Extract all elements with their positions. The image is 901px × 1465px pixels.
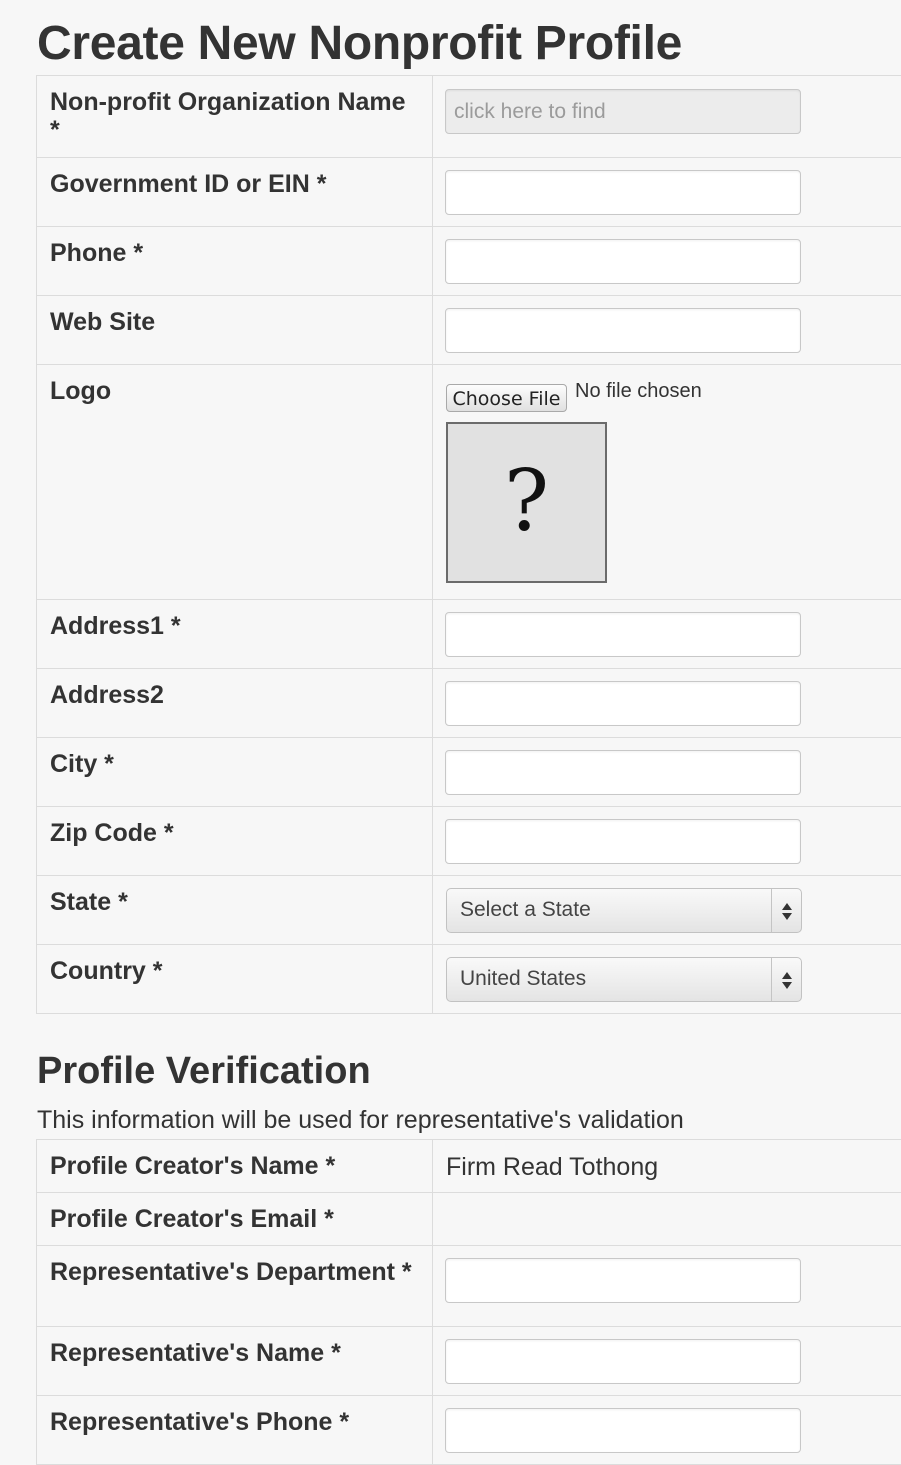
row-phone: Phone * (36, 226, 901, 296)
country-select-value: United States (460, 967, 587, 990)
row-rep-name: Representative's Name * (36, 1326, 901, 1396)
creator-email-value (433, 1193, 901, 1206)
address2-input[interactable] (445, 681, 801, 726)
zip-input[interactable] (445, 819, 801, 864)
creator-name-label: Profile Creator's Name * (50, 1152, 336, 1180)
creator-name-value: Firm Read Tothong (446, 1153, 659, 1181)
org-name-label: Non-profit Organization Name * (50, 88, 406, 144)
rep-name-label: Representative's Name * (50, 1339, 341, 1367)
select-arrows-icon (771, 889, 801, 932)
row-rep-phone: Representative's Phone * (36, 1395, 901, 1465)
row-rep-department: Representative's Department * (36, 1245, 901, 1327)
org-name-finder-input[interactable] (445, 89, 801, 134)
phone-label: Phone * (50, 239, 144, 267)
state-select-value: Select a State (460, 898, 591, 921)
row-country: Country * United States (36, 944, 901, 1014)
no-file-text: No file chosen (575, 380, 702, 402)
address1-input[interactable] (445, 612, 801, 657)
rep-department-label: Representative's Department * (50, 1258, 412, 1286)
organization-form: Non-profit Organization Name * Governmen… (36, 75, 901, 1014)
verification-form: Profile Creator's Name * Firm Read Totho… (36, 1139, 901, 1465)
state-label: State * (50, 888, 128, 916)
row-state: State * Select a State (36, 875, 901, 945)
logo-placeholder-image: ? (446, 422, 607, 583)
select-arrows-icon (771, 958, 801, 1001)
row-ein: Government ID or EIN * (36, 157, 901, 227)
state-select[interactable]: Select a State (446, 888, 802, 933)
rep-phone-input[interactable] (445, 1408, 801, 1453)
website-input[interactable] (445, 308, 801, 353)
row-zip: Zip Code * (36, 806, 901, 876)
address1-label: Address1 * (50, 612, 181, 640)
logo-label: Logo (50, 377, 112, 405)
website-label: Web Site (50, 308, 156, 336)
ein-input[interactable] (445, 170, 801, 215)
row-website: Web Site (36, 295, 901, 365)
row-city: City * (36, 737, 901, 807)
city-input[interactable] (445, 750, 801, 795)
rep-department-input[interactable] (445, 1258, 801, 1303)
row-logo: Logo Choose File No file chosen ? (36, 364, 901, 600)
phone-input[interactable] (445, 239, 801, 284)
rep-name-input[interactable] (445, 1339, 801, 1384)
country-select[interactable]: United States (446, 957, 802, 1002)
verification-subtitle: This information will be used for repres… (37, 1106, 684, 1134)
choose-file-button[interactable]: Choose File (446, 384, 567, 412)
row-org-name: Non-profit Organization Name * (36, 75, 901, 158)
creator-email-label: Profile Creator's Email * (50, 1205, 334, 1233)
row-creator-name: Profile Creator's Name * Firm Read Totho… (36, 1139, 901, 1193)
page-title: Create New Nonprofit Profile (37, 17, 683, 70)
row-creator-email: Profile Creator's Email * (36, 1192, 901, 1246)
ein-label: Government ID or EIN * (50, 170, 327, 198)
row-address2: Address2 (36, 668, 901, 738)
verification-title: Profile Verification (37, 1050, 371, 1092)
rep-phone-label: Representative's Phone * (50, 1408, 350, 1436)
question-mark-icon: ? (503, 452, 550, 550)
country-label: Country * (50, 957, 163, 985)
zip-label: Zip Code * (50, 819, 174, 847)
row-address1: Address1 * (36, 599, 901, 669)
address2-label: Address2 (50, 681, 164, 709)
city-label: City * (50, 750, 114, 778)
